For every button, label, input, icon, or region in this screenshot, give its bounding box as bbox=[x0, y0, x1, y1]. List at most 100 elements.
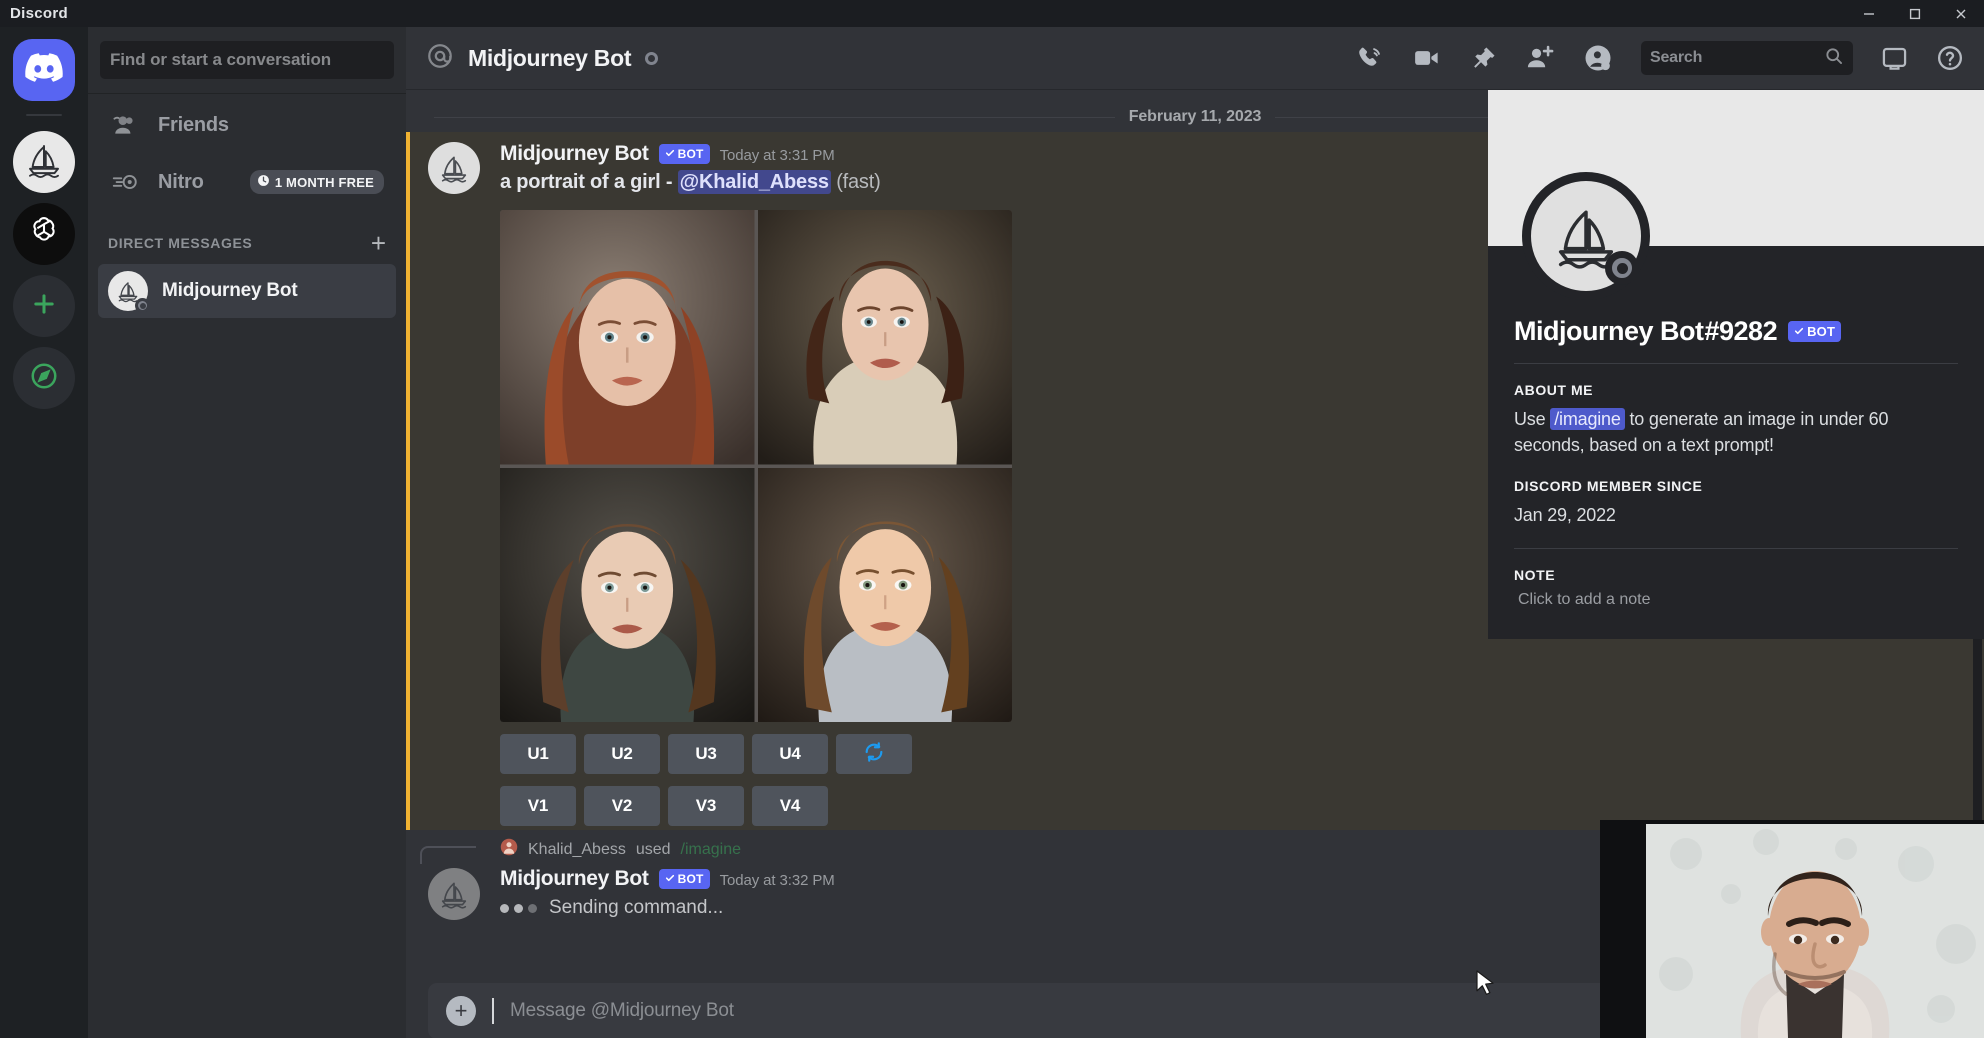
about-text-before: Use bbox=[1514, 409, 1545, 429]
help-icon[interactable] bbox=[1936, 44, 1964, 72]
rail-item-explore[interactable] bbox=[13, 347, 75, 409]
generated-image-3[interactable] bbox=[500, 468, 755, 723]
channel-header: Midjourney Bot bbox=[406, 27, 1984, 90]
verified-check-icon bbox=[665, 147, 675, 161]
message-author[interactable]: Midjourney Bot bbox=[500, 142, 649, 166]
prompt-separator: - bbox=[666, 171, 672, 193]
pin-icon[interactable] bbox=[1470, 45, 1497, 72]
minimize-button[interactable] bbox=[1846, 0, 1892, 27]
rail-item-add-server[interactable] bbox=[13, 275, 75, 337]
avatar[interactable] bbox=[428, 868, 480, 920]
dm-list-item-midjourney-bot[interactable]: Midjourney Bot bbox=[98, 264, 396, 318]
variation-button-v1[interactable]: V1 bbox=[500, 786, 576, 826]
generated-image-2[interactable] bbox=[758, 210, 1013, 465]
maximize-button[interactable] bbox=[1892, 0, 1938, 27]
avatar bbox=[108, 271, 148, 311]
profile-status-badge bbox=[1605, 251, 1639, 285]
sidebar-item-friends[interactable]: Friends bbox=[98, 99, 396, 151]
upscale-button-u1[interactable]: U1 bbox=[500, 734, 576, 774]
at-icon bbox=[426, 42, 454, 75]
plus-icon bbox=[30, 290, 58, 323]
openai-icon bbox=[25, 213, 63, 256]
rail-item-midjourney[interactable] bbox=[13, 131, 75, 193]
upscale-button-u3[interactable]: U3 bbox=[668, 734, 744, 774]
user-profile-icon[interactable] bbox=[1583, 43, 1613, 73]
generation-mode: (fast) bbox=[836, 171, 880, 193]
direct-messages-title: DIRECT MESSAGES bbox=[108, 235, 252, 251]
system-thread-elbow bbox=[420, 846, 476, 864]
sailboat-icon bbox=[23, 139, 65, 186]
variation-button-v4[interactable]: V4 bbox=[752, 786, 828, 826]
upload-attachment-button[interactable]: + bbox=[446, 996, 476, 1026]
mention-chip[interactable]: @Khalid_Abess bbox=[678, 170, 831, 194]
profile-section-label: NOTE bbox=[1514, 567, 1958, 583]
message-timestamp: Today at 3:32 PM bbox=[720, 872, 835, 889]
upscale-button-u4[interactable]: U4 bbox=[752, 734, 828, 774]
create-dm-button[interactable]: + bbox=[371, 234, 386, 252]
profile-display-name: Midjourney Bot bbox=[1514, 316, 1704, 347]
rail-item-home[interactable] bbox=[13, 39, 75, 101]
command-action-label: used bbox=[636, 841, 671, 859]
nitro-icon bbox=[110, 170, 140, 194]
verified-check-icon bbox=[1794, 324, 1804, 339]
discord-window: Discord bbox=[0, 0, 1984, 1038]
channel-status-badge bbox=[645, 52, 658, 65]
phone-call-icon[interactable] bbox=[1356, 44, 1384, 72]
compass-icon bbox=[29, 361, 59, 396]
profile-member-since-value: Jan 29, 2022 bbox=[1514, 502, 1958, 528]
upscale-button-row: U1 U2 U3 U4 bbox=[500, 734, 1956, 774]
reroll-button[interactable] bbox=[836, 734, 912, 774]
close-button[interactable] bbox=[1938, 0, 1984, 27]
sidebar-divider bbox=[88, 93, 406, 94]
person-add-icon[interactable] bbox=[1525, 44, 1555, 72]
bot-badge: BOT bbox=[659, 869, 710, 889]
rail-divider bbox=[26, 114, 62, 116]
status-badge bbox=[135, 298, 150, 313]
profile-about-text: Use /imagine to generate an image in und… bbox=[1514, 406, 1958, 458]
message-author[interactable]: Midjourney Bot bbox=[500, 867, 649, 891]
generated-image-4[interactable] bbox=[758, 468, 1013, 723]
nitro-promo-label: 1 MONTH FREE bbox=[275, 175, 374, 190]
profile-avatar[interactable] bbox=[1522, 172, 1650, 300]
mouse-cursor bbox=[1475, 970, 1497, 1005]
sidebar-item-nitro-label: Nitro bbox=[158, 171, 204, 194]
bot-badge-label: BOT bbox=[678, 147, 704, 161]
variation-button-v3[interactable]: V3 bbox=[668, 786, 744, 826]
variation-button-v2[interactable]: V2 bbox=[584, 786, 660, 826]
search-input[interactable]: Search bbox=[1641, 41, 1853, 75]
page-title: Midjourney Bot bbox=[468, 45, 631, 72]
sidebar-item-nitro[interactable]: Nitro 1 MONTH FREE bbox=[98, 156, 396, 208]
message-timestamp: Today at 3:31 PM bbox=[720, 147, 835, 164]
bot-badge-label: BOT bbox=[1807, 324, 1835, 339]
inbox-icon[interactable] bbox=[1881, 45, 1908, 72]
dm-list-item-label: Midjourney Bot bbox=[162, 280, 297, 302]
loading-dots-icon bbox=[500, 904, 537, 913]
generated-image-grid[interactable] bbox=[500, 210, 1012, 722]
avatar[interactable] bbox=[428, 142, 480, 194]
imagine-command-chip[interactable]: /imagine bbox=[1550, 408, 1624, 430]
rail-item-openai[interactable] bbox=[13, 203, 75, 265]
slash-command-link[interactable]: /imagine bbox=[681, 841, 741, 859]
find-conversation-input[interactable]: Find or start a conversation bbox=[100, 41, 394, 79]
upscale-button-u2[interactable]: U2 bbox=[584, 734, 660, 774]
bot-badge-label: BOT bbox=[678, 872, 704, 886]
sidebar-item-friends-label: Friends bbox=[158, 114, 229, 137]
generated-image-1[interactable] bbox=[500, 210, 755, 465]
text-caret bbox=[492, 998, 494, 1024]
guild-rail bbox=[0, 27, 88, 1038]
bot-badge: BOT bbox=[1788, 321, 1841, 342]
date-divider-label: February 11, 2023 bbox=[1115, 108, 1276, 126]
profile-section-about-me: ABOUT ME Use /imagine to generate an ima… bbox=[1514, 382, 1958, 458]
profile-card: Midjourney Bot#9282 BOT ABOUT ME Use /im… bbox=[1488, 246, 1984, 639]
nitro-promo-badge[interactable]: 1 MONTH FREE bbox=[250, 170, 384, 194]
profile-divider bbox=[1514, 548, 1958, 549]
dm-sidebar: Find or start a conversation Friends Nit… bbox=[88, 27, 406, 1038]
command-user-avatar-icon bbox=[500, 838, 518, 861]
video-camera-icon[interactable] bbox=[1412, 43, 1442, 73]
profile-note-input[interactable]: Click to add a note bbox=[1514, 591, 1958, 609]
bot-badge: BOT bbox=[659, 144, 710, 164]
window-controls bbox=[1846, 0, 1984, 27]
search-placeholder: Search bbox=[1650, 49, 1702, 67]
verified-check-icon bbox=[665, 872, 675, 886]
app-brand-label: Discord bbox=[10, 5, 68, 22]
